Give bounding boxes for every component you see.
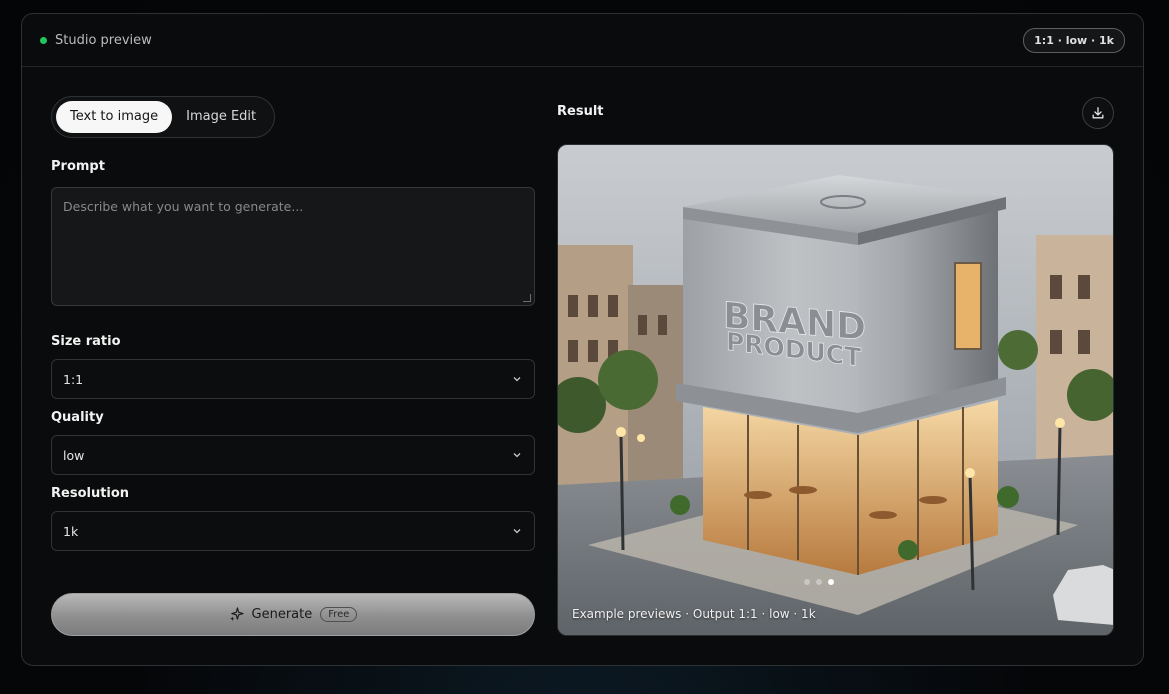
quality-select[interactable]: low [51,435,535,475]
carousel-dot[interactable] [816,579,822,585]
preview-illustration: BRAND PRODUCT [558,145,1113,635]
controls-column: Text to image Image Edit Prompt Describe… [51,96,535,551]
carousel-dots [804,579,834,585]
prompt-placeholder: Describe what you want to generate... [63,199,304,214]
preview-caption: Example previews · Output 1:1 · low · 1k [572,607,816,621]
studio-panel: Studio preview 1:1 · low · 1k Text to im… [21,13,1144,666]
download-button[interactable] [1082,97,1114,129]
resolution-select[interactable]: 1k [51,511,535,551]
sparkle-icon [229,607,244,622]
resolution-value: 1k [63,523,79,539]
size-ratio-value: 1:1 [63,371,84,387]
tab-image-edit[interactable]: Image Edit [172,101,270,133]
prompt-input[interactable]: Describe what you want to generate... [51,187,535,306]
generate-button[interactable]: Generate Free [51,593,535,636]
panel-header: Studio preview 1:1 · low · 1k [22,14,1143,67]
chevron-down-icon [513,377,521,382]
size-ratio-label: Size ratio [51,334,121,349]
resolution-label: Resolution [51,486,130,501]
result-preview-image: BRAND PRODUCT Example previews · Output … [557,144,1114,636]
result-label: Result [557,104,604,119]
generate-label: Generate [251,607,313,622]
status-dot [40,36,47,44]
chevron-down-icon [513,453,521,458]
prompt-label: Prompt [51,159,105,174]
free-badge: Free [320,607,358,622]
tab-text-to-image[interactable]: Text to image [56,101,173,133]
size-ratio-select[interactable]: 1:1 [51,359,535,399]
carousel-dot-active[interactable] [828,579,834,585]
quality-value: low [63,447,85,463]
carousel-dot[interactable] [804,579,810,585]
spec-badge: 1:1 · low · 1k [1023,27,1125,53]
resize-handle[interactable] [523,294,531,302]
chevron-down-icon [513,529,521,534]
header-status: Studio preview [40,33,152,48]
download-icon [1092,107,1104,119]
mode-toggle: Text to image Image Edit [51,96,276,138]
quality-label: Quality [51,410,104,425]
panel-title: Studio preview [55,32,152,48]
